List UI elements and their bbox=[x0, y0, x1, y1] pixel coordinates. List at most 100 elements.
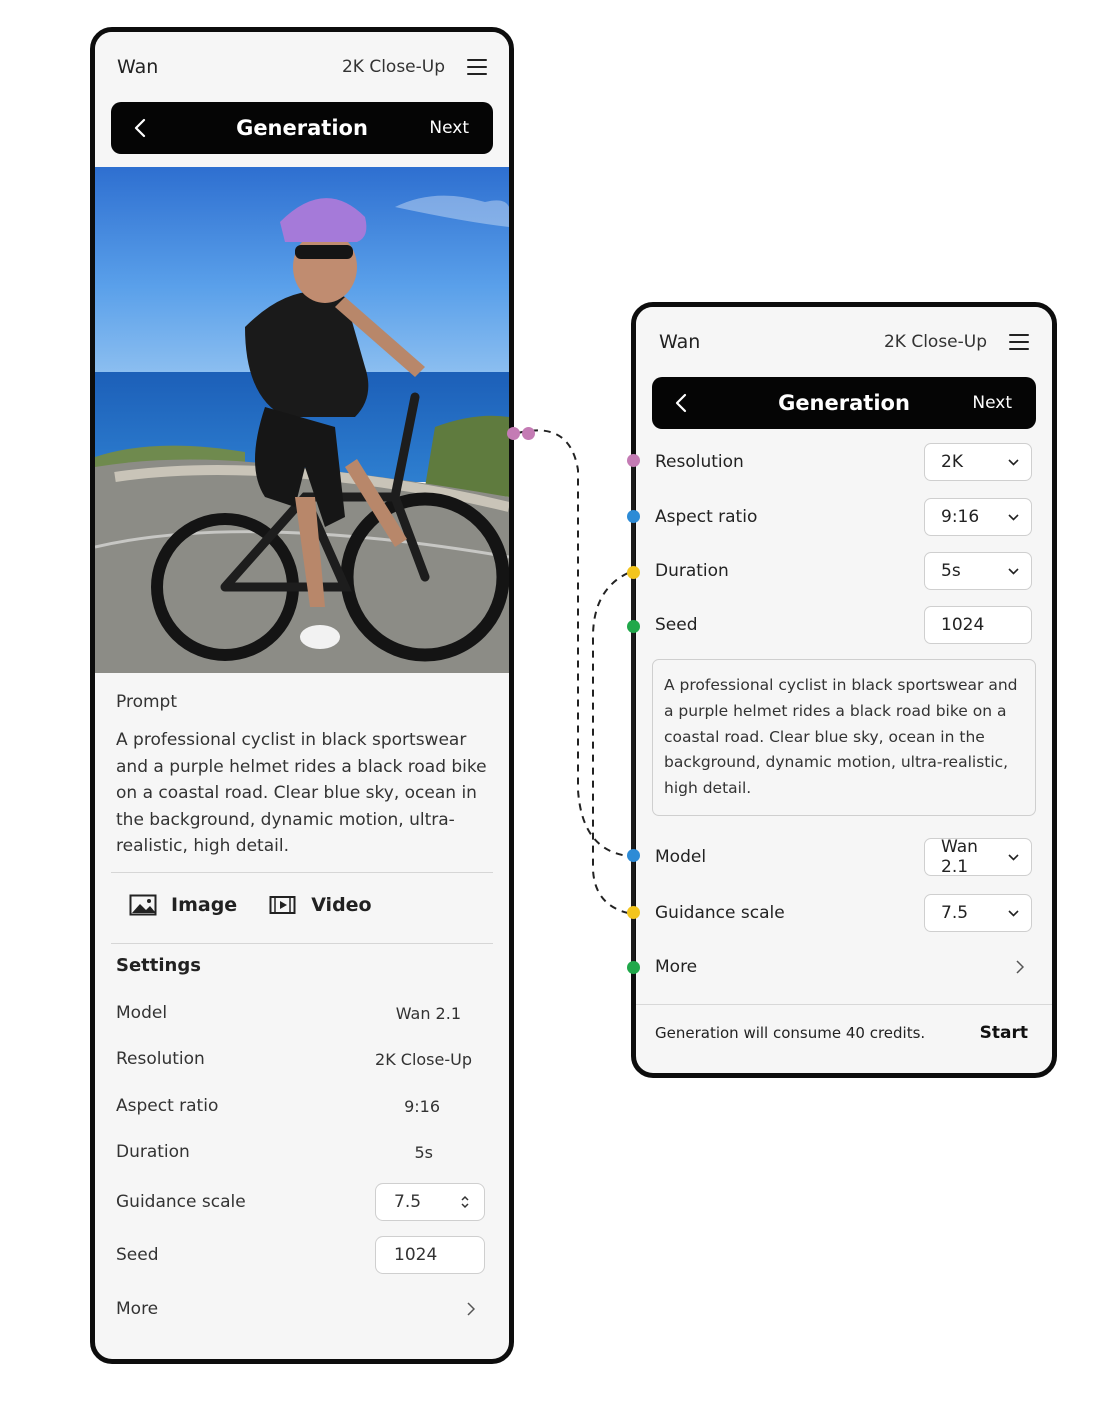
seed-value: 1024 bbox=[941, 615, 985, 635]
duration-value: 5s bbox=[941, 561, 961, 581]
chevron-down-icon bbox=[1008, 458, 1019, 466]
top-bar: Wan 2K Close-Up bbox=[95, 32, 509, 102]
seed-input[interactable]: 1024 bbox=[375, 1236, 485, 1274]
prompt-text: A professional cyclist in black sportswe… bbox=[664, 676, 1018, 798]
aspect-ratio-select[interactable]: 9:16 bbox=[924, 498, 1032, 536]
generation-header: Generation Next bbox=[111, 102, 493, 154]
chevron-left-icon[interactable] bbox=[129, 117, 151, 139]
stepper-arrows-icon[interactable] bbox=[460, 1194, 470, 1210]
guidance-scale-stepper[interactable]: 7.5 bbox=[375, 1183, 485, 1221]
hero-image-cyclist bbox=[95, 167, 509, 673]
footer: Generation will consume 40 credits. Star… bbox=[655, 1023, 1028, 1043]
chevron-down-icon bbox=[1008, 853, 1019, 861]
credits-notice: Generation will consume 40 credits. bbox=[655, 1024, 926, 1042]
settings-row-guidance-scale: Guidance scale 7.5 bbox=[116, 1182, 485, 1222]
model-select[interactable]: Wan 2.1 bbox=[924, 837, 1032, 877]
seed-value: 1024 bbox=[394, 1245, 438, 1265]
tab-image-label: Image bbox=[171, 894, 238, 916]
connector-dot-seed bbox=[627, 620, 640, 633]
tab-image[interactable]: Image bbox=[129, 894, 237, 916]
resolution-select[interactable]: 2K bbox=[924, 443, 1032, 481]
hamburger-icon[interactable] bbox=[467, 59, 487, 75]
app-brand: Wan bbox=[659, 331, 701, 353]
field-aspect-ratio: Aspect ratio 9:16 bbox=[655, 497, 1032, 537]
resolution-value: 2K bbox=[941, 452, 963, 472]
divider bbox=[111, 872, 493, 873]
app-brand: Wan bbox=[117, 56, 159, 78]
next-button[interactable]: Next bbox=[429, 118, 469, 138]
settings-resolution-value: 2K Close-Up bbox=[375, 1049, 472, 1069]
model-value: Wan 2.1 bbox=[941, 837, 978, 877]
chevron-down-icon bbox=[1008, 513, 1019, 521]
mode-label[interactable]: 2K Close-Up bbox=[342, 57, 445, 77]
aspect-ratio-value: 9:16 bbox=[941, 507, 980, 527]
settings-resolution-label: Resolution bbox=[116, 1049, 205, 1069]
media-type-tabs: Image Video bbox=[129, 894, 372, 916]
chevron-right-icon[interactable] bbox=[1012, 960, 1026, 974]
settings-duration-label: Duration bbox=[116, 1142, 190, 1162]
chevron-down-icon bbox=[1008, 567, 1019, 575]
image-icon bbox=[129, 894, 157, 916]
seed-input[interactable]: 1024 bbox=[924, 606, 1032, 644]
settings-row-more[interactable]: More bbox=[116, 1289, 485, 1329]
phone-screen-right: Wan 2K Close-Up Generation Next Resoluti… bbox=[631, 302, 1057, 1078]
settings-guidance-scale-label: Guidance scale bbox=[116, 1192, 246, 1212]
settings-row-model: Model Wan 2.1 bbox=[116, 993, 485, 1033]
connector-dot-guidance-scale bbox=[627, 906, 640, 919]
guidance-scale-label: Guidance scale bbox=[655, 903, 785, 923]
connector-dot-model bbox=[627, 849, 640, 862]
settings-row-duration: Duration 5s bbox=[116, 1132, 485, 1172]
more-label: More bbox=[655, 957, 698, 977]
more-label: More bbox=[116, 1299, 159, 1319]
prompt-text[interactable]: A professional cyclist in black sportswe… bbox=[116, 727, 488, 860]
footer-divider bbox=[636, 1004, 1052, 1005]
settings-row-aspect-ratio: Aspect ratio 9:16 bbox=[116, 1086, 485, 1126]
video-icon bbox=[269, 896, 296, 914]
phone-screen-left: Wan 2K Close-Up Generation Next Prompt A… bbox=[90, 27, 514, 1364]
settings-aspect-ratio-value: 9:16 bbox=[404, 1096, 440, 1116]
settings-model-label: Model bbox=[116, 1003, 168, 1023]
generation-header: Generation Next bbox=[652, 377, 1036, 429]
connector-dot-pink bbox=[522, 427, 535, 440]
mode-label[interactable]: 2K Close-Up bbox=[884, 332, 987, 352]
chevron-left-icon[interactable] bbox=[670, 392, 692, 414]
top-bar: Wan 2K Close-Up bbox=[636, 307, 1052, 377]
tab-video[interactable]: Video bbox=[269, 894, 372, 916]
tab-video-label: Video bbox=[311, 894, 372, 916]
duration-label: Duration bbox=[655, 561, 729, 581]
next-button[interactable]: Next bbox=[972, 393, 1012, 413]
guidance-scale-select[interactable]: 7.5 bbox=[924, 894, 1032, 932]
connector-dot-more bbox=[627, 961, 640, 974]
field-guidance-scale: Guidance scale 7.5 bbox=[655, 893, 1032, 933]
connector-dot-resolution bbox=[627, 454, 640, 467]
guidance-scale-value: 7.5 bbox=[941, 903, 969, 923]
field-model: Model Wan 2.1 bbox=[655, 837, 1032, 877]
seed-label: Seed bbox=[655, 615, 698, 635]
chevron-down-icon bbox=[1008, 909, 1019, 917]
connector-dot-aspect-ratio bbox=[627, 510, 640, 523]
resolution-label: Resolution bbox=[655, 452, 744, 472]
field-duration: Duration 5s bbox=[655, 551, 1032, 591]
model-label: Model bbox=[655, 847, 707, 867]
chevron-right-icon[interactable] bbox=[463, 1302, 477, 1316]
settings-heading: Settings bbox=[116, 955, 201, 976]
divider bbox=[111, 943, 493, 944]
duration-select[interactable]: 5s bbox=[924, 552, 1032, 590]
settings-model-value: Wan 2.1 bbox=[395, 1003, 461, 1023]
connector-dot-duration bbox=[627, 566, 640, 579]
field-resolution: Resolution 2K bbox=[655, 442, 1032, 482]
connector-dot-pink bbox=[507, 427, 520, 440]
settings-duration-value: 5s bbox=[414, 1142, 433, 1162]
start-button[interactable]: Start bbox=[980, 1023, 1028, 1043]
field-seed: Seed 1024 bbox=[655, 605, 1032, 645]
hamburger-icon[interactable] bbox=[1009, 334, 1029, 350]
aspect-ratio-label: Aspect ratio bbox=[655, 507, 758, 527]
settings-seed-label: Seed bbox=[116, 1245, 159, 1265]
prompt-label: Prompt bbox=[116, 692, 177, 712]
guidance-scale-value: 7.5 bbox=[394, 1192, 422, 1212]
settings-row-resolution: Resolution 2K Close-Up bbox=[116, 1039, 485, 1079]
field-more[interactable]: More bbox=[655, 947, 1032, 987]
settings-aspect-ratio-label: Aspect ratio bbox=[116, 1096, 219, 1116]
prompt-textarea[interactable]: A professional cyclist in black sportswe… bbox=[652, 659, 1036, 816]
settings-row-seed: Seed 1024 bbox=[116, 1235, 485, 1275]
